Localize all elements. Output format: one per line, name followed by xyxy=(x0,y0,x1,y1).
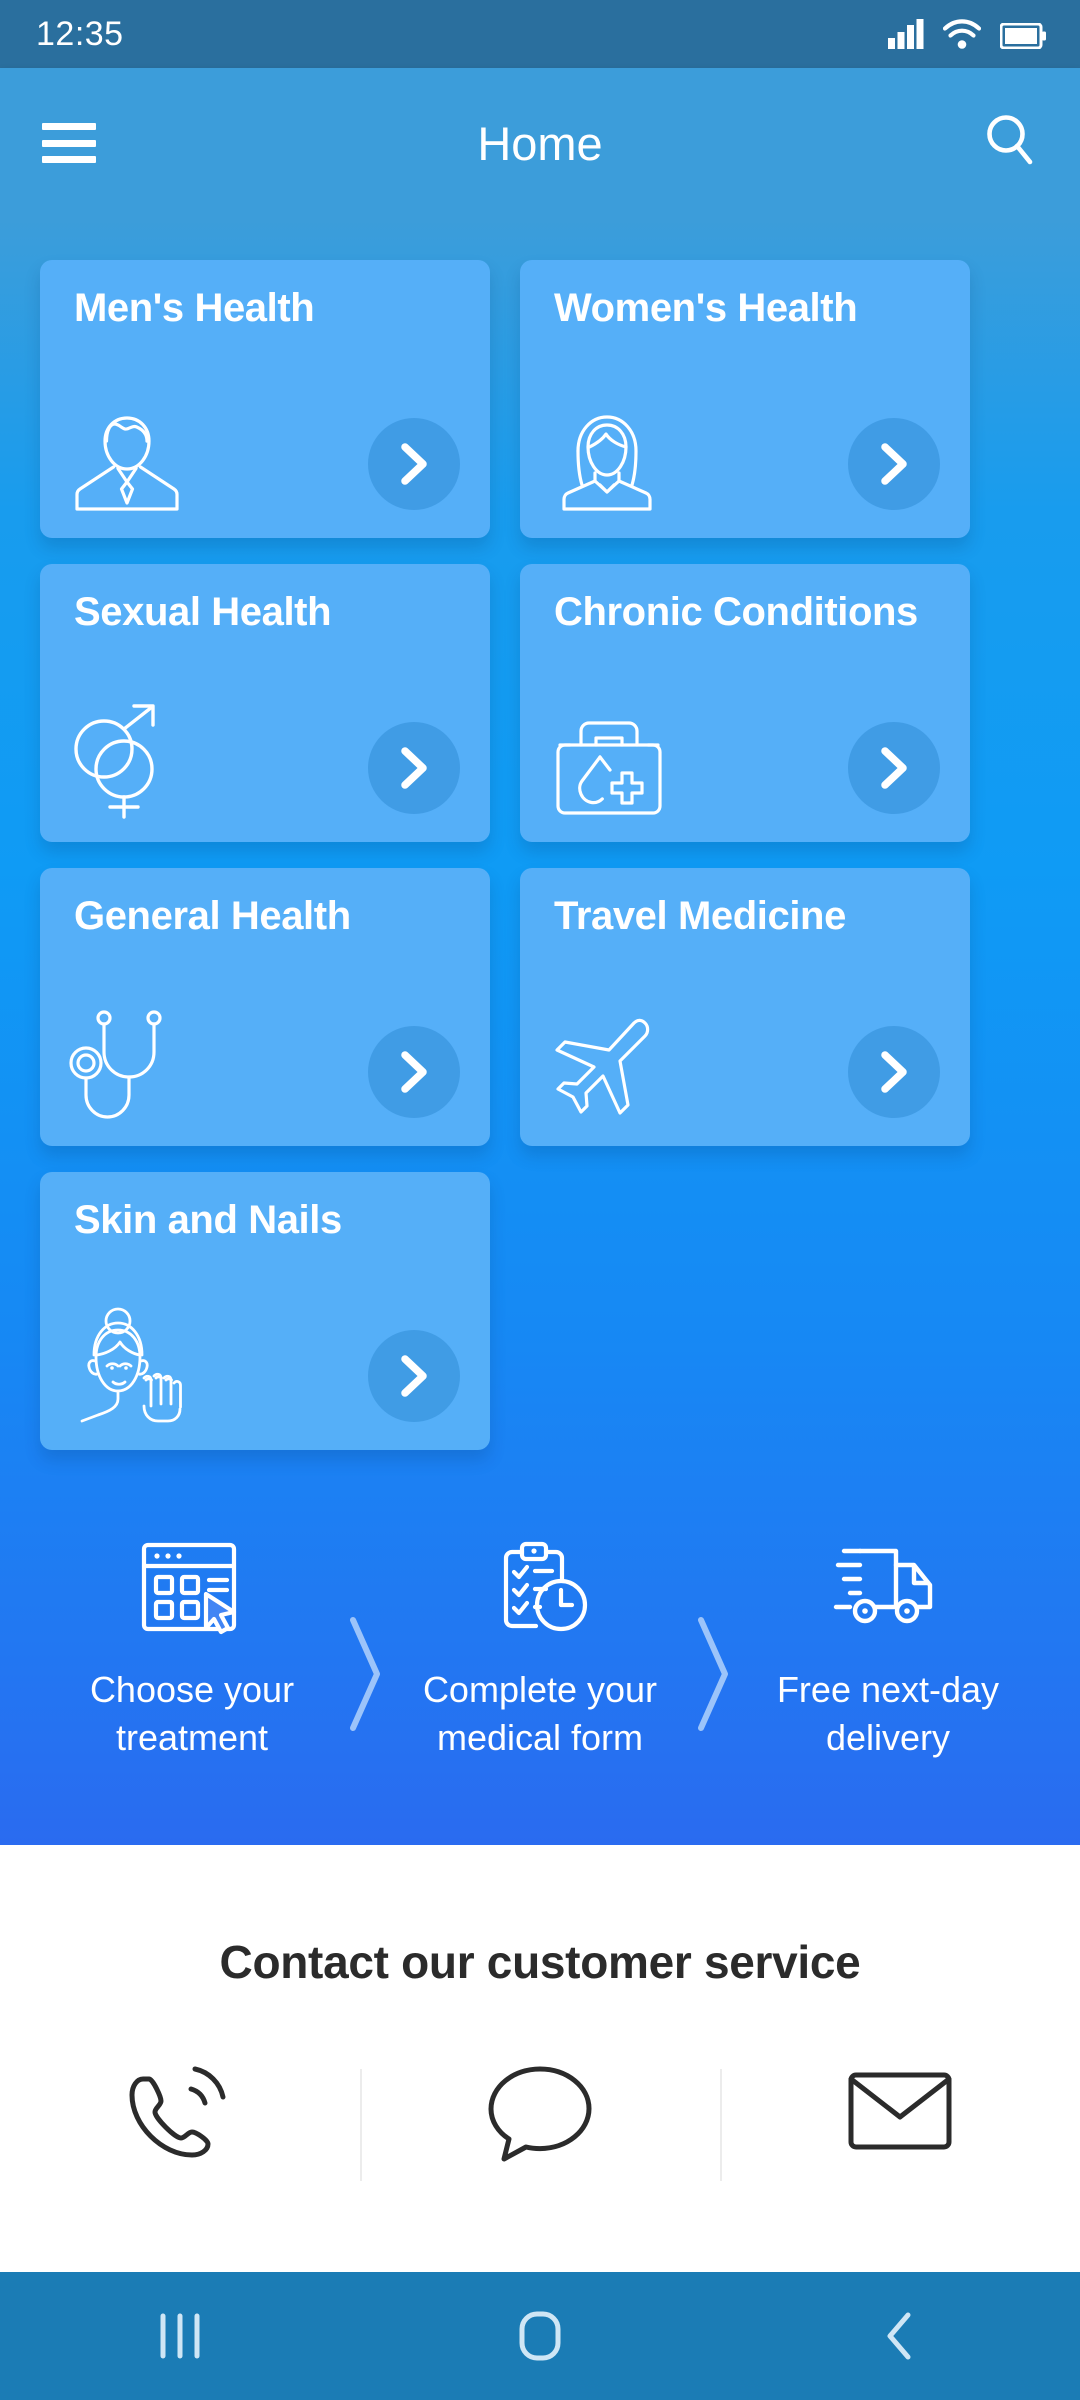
category-card-arrow-button[interactable] xyxy=(848,1026,940,1118)
back-icon xyxy=(887,2312,911,2360)
chevron-right-icon xyxy=(401,1051,427,1093)
process-step-line2: delivery xyxy=(825,1716,951,1758)
step-separator xyxy=(342,1536,390,1732)
process-step-line1: Choose your xyxy=(89,1669,295,1710)
category-card-title: Skin and Nails xyxy=(74,1198,342,1242)
process-step-label: Choose your treatment xyxy=(42,1666,342,1761)
process-step-choose-treatment: Choose your treatment xyxy=(42,1536,342,1761)
woman-bust-icon xyxy=(548,403,666,520)
process-step-complete-medical-form: Complete your medical form xyxy=(390,1536,690,1761)
signal-icon xyxy=(888,19,924,49)
category-card-title: Sexual Health xyxy=(74,590,332,634)
contact-option-email[interactable] xyxy=(720,2061,1080,2182)
process-step-free-delivery: Free next-day delivery xyxy=(738,1536,1038,1761)
page-title: Home xyxy=(477,116,603,170)
app-bar: Home xyxy=(0,68,1080,224)
envelope-icon xyxy=(848,2072,952,2150)
process-steps: Choose your treatment Complete your medi… xyxy=(0,1450,1080,1845)
category-card-arrow-button[interactable] xyxy=(368,1026,460,1118)
back-button[interactable] xyxy=(820,2310,980,2362)
delivery-truck-icon xyxy=(738,1536,1038,1640)
man-bust-icon xyxy=(68,403,186,520)
contact-option-chat[interactable] xyxy=(360,2061,720,2182)
phone-call-icon xyxy=(129,2066,226,2158)
chevron-right-thin-icon xyxy=(698,1617,728,1731)
chevron-right-icon xyxy=(401,747,427,789)
process-step-label: Complete your medical form xyxy=(390,1666,690,1761)
category-card-title: General Health xyxy=(74,894,351,938)
chevron-right-icon xyxy=(881,1051,907,1093)
android-navigation-bar xyxy=(0,2272,1080,2400)
chevron-right-thin-icon xyxy=(350,1617,380,1731)
category-card-sexual-health[interactable]: Sexual Health xyxy=(40,564,490,842)
contact-option-phone[interactable] xyxy=(0,2061,360,2181)
battery-icon xyxy=(1000,23,1046,49)
status-clock: 12:35 xyxy=(36,14,124,53)
contact-section: Contact our customer service xyxy=(0,1845,1080,2182)
stethoscope-icon xyxy=(68,1005,180,1128)
clipboard-clock-icon xyxy=(390,1536,690,1640)
search-icon[interactable] xyxy=(984,114,1036,173)
medical-bag-icon xyxy=(548,709,670,824)
chevron-right-icon xyxy=(401,443,427,485)
browser-grid-cursor-icon xyxy=(42,1536,342,1640)
category-card-arrow-button[interactable] xyxy=(368,1330,460,1422)
category-card-title: Travel Medicine xyxy=(554,894,846,938)
contact-options-row xyxy=(0,2061,1080,2182)
category-card-arrow-button[interactable] xyxy=(848,722,940,814)
category-card-title: Women's Health xyxy=(554,286,858,330)
phone-screen: 12:35 Home Men's Health Women's Health S… xyxy=(0,0,1080,2400)
status-bar: 12:35 xyxy=(0,0,1080,68)
category-card-chronic-conditions[interactable]: Chronic Conditions xyxy=(520,564,970,842)
process-step-line2: medical form xyxy=(436,1716,644,1758)
category-card-general-health[interactable]: General Health xyxy=(40,868,490,1146)
category-card-womens-health[interactable]: Women's Health xyxy=(520,260,970,538)
process-step-line1: Free next-day xyxy=(776,1669,1000,1710)
hamburger-menu-icon[interactable] xyxy=(42,123,96,163)
category-card-skin-and-nails[interactable]: Skin and Nails xyxy=(40,1172,490,1450)
chevron-right-icon xyxy=(881,747,907,789)
process-step-line1: Complete your xyxy=(422,1669,658,1710)
step-separator xyxy=(690,1536,738,1732)
gender-symbols-icon xyxy=(68,703,180,824)
category-card-mens-health[interactable]: Men's Health xyxy=(40,260,490,538)
status-icons xyxy=(888,19,1046,49)
airplane-icon xyxy=(548,1015,658,1128)
category-card-travel-medicine[interactable]: Travel Medicine xyxy=(520,868,970,1146)
chevron-right-icon xyxy=(881,443,907,485)
process-step-line2: treatment xyxy=(115,1716,269,1758)
home-icon xyxy=(519,2311,561,2361)
category-card-arrow-button[interactable] xyxy=(368,722,460,814)
hero-section: Men's Health Women's Health Sexual Healt… xyxy=(0,218,1080,1846)
face-and-nails-icon xyxy=(68,1307,196,1432)
contact-section-title: Contact our customer service xyxy=(219,1936,861,1989)
category-card-title: Men's Health xyxy=(74,286,315,330)
category-card-title: Chronic Conditions xyxy=(554,590,918,634)
chevron-right-icon xyxy=(401,1355,427,1397)
home-button[interactable] xyxy=(460,2310,620,2362)
recents-button[interactable] xyxy=(100,2310,260,2362)
recents-icon xyxy=(160,2313,200,2359)
wifi-icon xyxy=(943,19,981,49)
category-card-arrow-button[interactable] xyxy=(368,418,460,510)
chat-bubble-icon xyxy=(488,2066,592,2162)
category-grid: Men's Health Women's Health Sexual Healt… xyxy=(0,260,1080,1450)
scroll-content[interactable]: Men's Health Women's Health Sexual Healt… xyxy=(0,218,1080,2400)
process-step-label: Free next-day delivery xyxy=(738,1666,1038,1761)
category-card-arrow-button[interactable] xyxy=(848,418,940,510)
